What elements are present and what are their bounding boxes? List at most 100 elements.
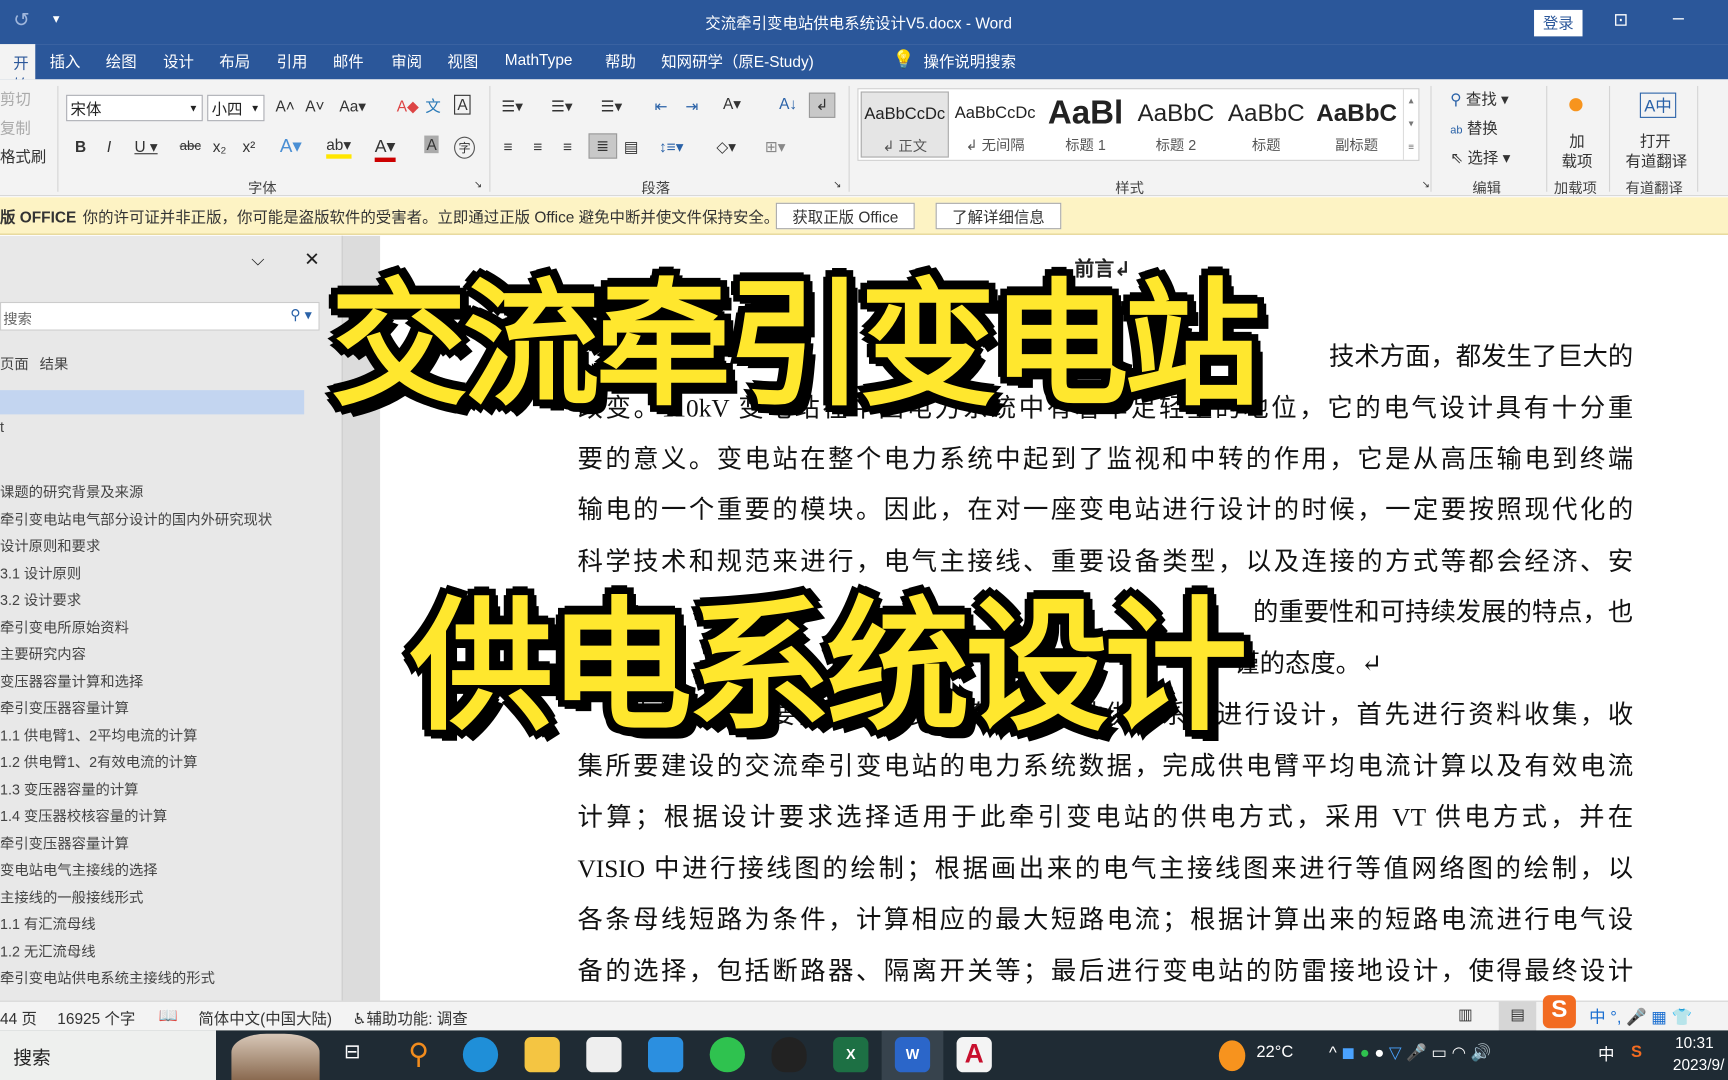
change-case-icon[interactable]: Aa▾ <box>339 97 366 116</box>
clock-time[interactable]: 10:31 <box>1675 1034 1714 1052</box>
bold-button[interactable]: B <box>75 138 86 156</box>
proofing-icon[interactable]: 📖 <box>159 1006 178 1025</box>
italic-button[interactable]: I <box>107 138 111 156</box>
youdao-label-2[interactable]: 有道翻译 <box>1626 150 1688 172</box>
font-size-select[interactable]: 小四 ▼ <box>207 94 265 122</box>
document-line[interactable]: 要的意义。变电站在整个电力系统中起到了监视和中转的作用，它是从高压输电到终端 <box>577 438 1633 475</box>
store-icon[interactable] <box>586 1037 622 1073</box>
youdao-label[interactable]: 打开 <box>1640 130 1671 152</box>
chevron-down-icon[interactable]: ⌵ <box>251 251 264 271</box>
tab-draw[interactable]: 绘图 <box>106 51 137 73</box>
print-layout-icon[interactable]: ▤ <box>1498 1001 1537 1032</box>
nav-heading-item[interactable]: 牵引变压器容量计算 <box>0 831 129 852</box>
phonetic-guide-icon[interactable]: 文 <box>425 95 440 117</box>
nav-heading-item[interactable]: 3.2 设计要求 <box>0 588 81 609</box>
document-line[interactable]: 备的选择，包括断路器、隔离开关等；最后进行变电站的防雷接地设计，使得最终设计 <box>577 950 1633 987</box>
nav-heading-item[interactable]: 变电站电气主接线的选择 <box>0 858 158 879</box>
style-normal[interactable]: AaBbCcDc ↲ 正文 <box>860 91 949 158</box>
distributed-icon[interactable]: ▤ <box>624 138 639 157</box>
search-app-icon[interactable]: ⚲ <box>401 1037 436 1072</box>
sogou-ime-icon[interactable]: S <box>1542 995 1576 1029</box>
text-effects-icon[interactable]: A▾ <box>280 136 302 158</box>
input-language[interactable]: 中 <box>1598 1043 1615 1066</box>
format-painter-button[interactable]: 格式刷 <box>0 145 46 167</box>
word-icon[interactable]: W <box>894 1037 931 1073</box>
paragraph-dialog-launcher[interactable]: ↘ <box>833 179 841 191</box>
sogou-tray-icon[interactable]: S <box>1631 1043 1642 1062</box>
nav-heading-item[interactable]: 主要研究内容 <box>0 642 86 663</box>
minimize-button[interactable]: – <box>1673 7 1684 30</box>
styles-scroll[interactable]: ▴ ▾ ≡ <box>1402 89 1418 160</box>
addin-icon[interactable] <box>1569 98 1583 112</box>
addins-label[interactable]: 加 <box>1569 130 1584 152</box>
tell-me-search[interactable]: 操作说明搜索 <box>924 51 1017 73</box>
mail-icon[interactable] <box>647 1037 684 1073</box>
bullets-icon[interactable]: ☰▾ <box>501 97 523 116</box>
style-subtitle[interactable]: AaBbC 副标题 <box>1313 91 1401 157</box>
style-heading-2[interactable]: AaBbC 标题 2 <box>1132 91 1220 157</box>
align-right-icon[interactable]: ≡ <box>563 138 572 156</box>
copy-button[interactable]: 复制 <box>0 117 31 139</box>
shrink-font-icon[interactable]: A˅ <box>305 97 324 115</box>
ime-toolbar[interactable]: 中 °, 🎤 ▦ 👕 <box>1589 1005 1692 1028</box>
select-button[interactable]: ⇖ 选择 ▾ <box>1450 147 1510 169</box>
nav-heading-item[interactable]: 主接线的一般接线形式 <box>0 885 143 906</box>
excel-icon[interactable]: X <box>833 1037 869 1073</box>
nav-heading-item[interactable]: 1.4 变压器校核容量的计算 <box>0 804 167 825</box>
character-border-icon[interactable]: A <box>454 94 471 115</box>
nav-search-input[interactable]: 搜索 ⚲ ▾ <box>0 301 320 331</box>
underline-button[interactable]: U ▾ <box>134 138 157 157</box>
nav-heading-item[interactable]: 1.3 变压器容量的计算 <box>0 777 139 798</box>
nav-selected-heading[interactable] <box>0 390 305 415</box>
document-line[interactable]: 计算；根据设计要求选择适用于此牵引变电站的供电方式，采用 VT 供电方式，并在 <box>577 796 1633 833</box>
nav-heading-item[interactable]: 牵引变压器容量计算 <box>0 696 129 717</box>
style-no-spacing[interactable]: AaBbCcDc ↲ 无间隔 <box>951 91 1039 157</box>
document-line[interactable]: 输电的一个重要的模块。因此，在对一座变电站进行设计的时候，一定要按照现代化的 <box>577 488 1633 525</box>
tab-insert[interactable]: 插入 <box>50 51 81 73</box>
font-name-select[interactable]: 宋体 ▼ <box>66 94 203 122</box>
tab-view[interactable]: 视图 <box>447 51 478 73</box>
document-line[interactable]: VISIO 中进行接线图的绘制；根据画出来的电气主接线图来进行等值网络图的绘制，… <box>577 847 1633 884</box>
tab-help[interactable]: 帮助 <box>605 51 636 73</box>
weather-icon[interactable] <box>1218 1040 1246 1072</box>
increase-indent-icon[interactable]: ⇥ <box>685 97 698 116</box>
font-color-icon[interactable]: A▾ <box>374 136 396 162</box>
edge-icon[interactable] <box>462 1037 499 1073</box>
styles-dialog-launcher[interactable]: ↘ <box>1422 179 1430 191</box>
taskbar-search[interactable]: 搜索 <box>0 1030 216 1080</box>
language-status[interactable]: 简体中文(中国大陆) <box>198 1007 332 1029</box>
superscript-button[interactable]: x² <box>242 138 255 156</box>
grow-font-icon[interactable]: A˄ <box>276 97 295 115</box>
translate-icon[interactable]: A中 <box>1639 92 1677 118</box>
tab-mailings[interactable]: 邮件 <box>333 51 364 73</box>
tab-pages[interactable]: 页面 <box>0 353 29 374</box>
style-heading-1[interactable]: AaBl 标题 1 <box>1041 91 1129 157</box>
close-icon[interactable]: ✕ <box>304 249 320 271</box>
cut-button[interactable]: 剪切 <box>0 88 31 110</box>
borders-icon[interactable]: ⊞▾ <box>765 138 786 157</box>
character-spacing-icon[interactable]: A▾ <box>723 95 741 114</box>
search-icon[interactable]: ⚲ ▾ <box>290 306 312 324</box>
line-spacing-icon[interactable]: ↕≡▾ <box>659 138 683 157</box>
highlight-icon[interactable]: ab▾ <box>326 136 352 159</box>
nav-heading-item[interactable]: 变压器容量计算和选择 <box>0 669 143 690</box>
replace-button[interactable]: ab 替换 <box>1450 117 1497 139</box>
nav-heading-item[interactable]: 1.1 有汇流母线 <box>0 912 96 933</box>
tab-review[interactable]: 审阅 <box>391 51 422 73</box>
nav-heading-item[interactable]: 1.2 供电臂1、2有效电流的计算 <box>0 750 197 771</box>
nav-heading-item[interactable]: t <box>0 419 4 436</box>
align-left-icon[interactable]: ≡ <box>504 138 513 156</box>
tab-layout[interactable]: 布局 <box>219 51 250 73</box>
addins-label-2[interactable]: 载项 <box>1562 150 1593 172</box>
find-button[interactable]: ⚲ 查找 ▾ <box>1450 88 1508 110</box>
tab-references[interactable]: 引用 <box>277 51 308 73</box>
nav-heading-item[interactable]: 牵引变电站电气部分设计的国内外研究现状 <box>0 507 272 528</box>
clear-formatting-icon[interactable]: A◆ <box>397 97 419 116</box>
nav-heading-item[interactable]: 牵引变电所原始资料 <box>0 615 129 636</box>
tab-cnki[interactable]: 知网研学（原E-Study) <box>661 51 814 73</box>
clock-date[interactable]: 2023/9/ <box>1673 1056 1724 1074</box>
tab-mathtype[interactable]: MathType <box>505 51 573 69</box>
nav-heading-item[interactable]: 设计原则和要求 <box>0 534 100 555</box>
nav-heading-item[interactable]: 牵引变电站供电系统主接线的形式 <box>0 966 215 987</box>
justify-button[interactable]: ≣ <box>588 133 617 159</box>
